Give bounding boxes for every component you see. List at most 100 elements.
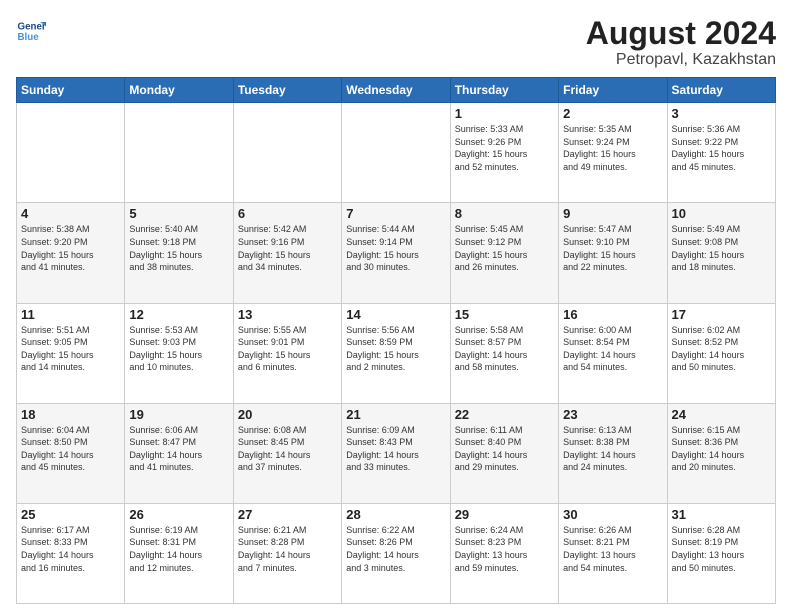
day-info: Sunrise: 6:28 AM Sunset: 8:19 PM Dayligh…: [672, 524, 771, 574]
day-info: Sunrise: 6:21 AM Sunset: 8:28 PM Dayligh…: [238, 524, 337, 574]
day-info: Sunrise: 6:02 AM Sunset: 8:52 PM Dayligh…: [672, 324, 771, 374]
calendar-week-row: 4 Sunrise: 5:38 AM Sunset: 9:20 PM Daylig…: [17, 203, 776, 303]
day-info: Sunrise: 6:26 AM Sunset: 8:21 PM Dayligh…: [563, 524, 662, 574]
table-row: 31 Sunrise: 6:28 AM Sunset: 8:19 PM Dayli…: [667, 503, 775, 603]
table-row: 20 Sunrise: 6:08 AM Sunset: 8:45 PM Dayli…: [233, 403, 341, 503]
col-friday: Friday: [559, 78, 667, 103]
table-row: 23 Sunrise: 6:13 AM Sunset: 8:38 PM Dayli…: [559, 403, 667, 503]
day-info: Sunrise: 6:22 AM Sunset: 8:26 PM Dayligh…: [346, 524, 445, 574]
table-row: 2 Sunrise: 5:35 AM Sunset: 9:24 PM Daylig…: [559, 103, 667, 203]
day-number: 10: [672, 206, 771, 221]
header: General Blue August 2024 Petropavl, Kaza…: [16, 16, 776, 69]
table-row: [17, 103, 125, 203]
day-info: Sunrise: 5:49 AM Sunset: 9:08 PM Dayligh…: [672, 223, 771, 273]
col-sunday: Sunday: [17, 78, 125, 103]
table-row: 9 Sunrise: 5:47 AM Sunset: 9:10 PM Daylig…: [559, 203, 667, 303]
day-info: Sunrise: 5:44 AM Sunset: 9:14 PM Dayligh…: [346, 223, 445, 273]
table-row: 22 Sunrise: 6:11 AM Sunset: 8:40 PM Dayli…: [450, 403, 558, 503]
table-row: 18 Sunrise: 6:04 AM Sunset: 8:50 PM Dayli…: [17, 403, 125, 503]
day-info: Sunrise: 5:47 AM Sunset: 9:10 PM Dayligh…: [563, 223, 662, 273]
day-number: 22: [455, 407, 554, 422]
day-number: 11: [21, 307, 120, 322]
day-number: 26: [129, 507, 228, 522]
day-info: Sunrise: 5:55 AM Sunset: 9:01 PM Dayligh…: [238, 324, 337, 374]
day-info: Sunrise: 6:11 AM Sunset: 8:40 PM Dayligh…: [455, 424, 554, 474]
day-number: 25: [21, 507, 120, 522]
calendar-header-row: Sunday Monday Tuesday Wednesday Thursday…: [17, 78, 776, 103]
table-row: 6 Sunrise: 5:42 AM Sunset: 9:16 PM Daylig…: [233, 203, 341, 303]
calendar-table: Sunday Monday Tuesday Wednesday Thursday…: [16, 77, 776, 604]
day-info: Sunrise: 5:38 AM Sunset: 9:20 PM Dayligh…: [21, 223, 120, 273]
day-number: 29: [455, 507, 554, 522]
col-wednesday: Wednesday: [342, 78, 450, 103]
day-number: 4: [21, 206, 120, 221]
table-row: 5Sunrise: 5:40 AM Sunset: 9:18 PM Daylig…: [125, 203, 233, 303]
table-row: 16Sunrise: 6:00 AM Sunset: 8:54 PM Dayli…: [559, 303, 667, 403]
day-info: Sunrise: 5:35 AM Sunset: 9:24 PM Dayligh…: [563, 123, 662, 173]
day-number: 1: [455, 106, 554, 121]
day-info: Sunrise: 6:17 AM Sunset: 8:33 PM Dayligh…: [21, 524, 120, 574]
day-number: 24: [672, 407, 771, 422]
day-number: 6: [238, 206, 337, 221]
table-row: 12 Sunrise: 5:53 AM Sunset: 9:03 PM Dayli…: [125, 303, 233, 403]
day-number: 2: [563, 106, 662, 121]
day-info: Sunrise: 5:53 AM Sunset: 9:03 PM Dayligh…: [129, 324, 228, 374]
day-number: 13: [238, 307, 337, 322]
table-row: 26 Sunrise: 6:19 AM Sunset: 8:31 PM Dayli…: [125, 503, 233, 603]
table-row: 13 Sunrise: 5:55 AM Sunset: 9:01 PM Dayli…: [233, 303, 341, 403]
table-row: 11 Sunrise: 5:51 AM Sunset: 9:05 PM Dayli…: [17, 303, 125, 403]
table-row: 4 Sunrise: 5:38 AM Sunset: 9:20 PM Daylig…: [17, 203, 125, 303]
page: General Blue August 2024 Petropavl, Kaza…: [0, 0, 792, 612]
table-row: [125, 103, 233, 203]
day-info: Sunrise: 6:13 AM Sunset: 8:38 PM Dayligh…: [563, 424, 662, 474]
page-title: August 2024: [586, 16, 776, 51]
day-info: Sunrise: 6:09 AM Sunset: 8:43 PM Dayligh…: [346, 424, 445, 474]
calendar-week-row: 18 Sunrise: 6:04 AM Sunset: 8:50 PM Dayli…: [17, 403, 776, 503]
table-row: [233, 103, 341, 203]
day-number: 18: [21, 407, 120, 422]
calendar-week-row: 25 Sunrise: 6:17 AM Sunset: 8:33 PM Dayli…: [17, 503, 776, 603]
day-info: Sunrise: 6:15 AM Sunset: 8:36 PM Dayligh…: [672, 424, 771, 474]
table-row: 19 Sunrise: 6:06 AM Sunset: 8:47 PM Dayli…: [125, 403, 233, 503]
logo-icon: General Blue: [16, 16, 46, 46]
table-row: 21 Sunrise: 6:09 AM Sunset: 8:43 PM Dayli…: [342, 403, 450, 503]
table-row: 15Sunrise: 5:58 AM Sunset: 8:57 PM Dayli…: [450, 303, 558, 403]
day-number: 3: [672, 106, 771, 121]
day-info: Sunrise: 6:08 AM Sunset: 8:45 PM Dayligh…: [238, 424, 337, 474]
table-row: 14 Sunrise: 5:56 AM Sunset: 8:59 PM Dayli…: [342, 303, 450, 403]
day-info: Sunrise: 6:19 AM Sunset: 8:31 PM Dayligh…: [129, 524, 228, 574]
day-info: Sunrise: 6:24 AM Sunset: 8:23 PM Dayligh…: [455, 524, 554, 574]
table-row: 1Sunrise: 5:33 AM Sunset: 9:26 PM Daylig…: [450, 103, 558, 203]
day-info: Sunrise: 6:06 AM Sunset: 8:47 PM Dayligh…: [129, 424, 228, 474]
table-row: 3 Sunrise: 5:36 AM Sunset: 9:22 PM Daylig…: [667, 103, 775, 203]
table-row: [342, 103, 450, 203]
day-number: 12: [129, 307, 228, 322]
day-number: 9: [563, 206, 662, 221]
page-subtitle: Petropavl, Kazakhstan: [586, 51, 776, 69]
day-number: 21: [346, 407, 445, 422]
title-area: August 2024 Petropavl, Kazakhstan: [586, 16, 776, 69]
table-row: 25 Sunrise: 6:17 AM Sunset: 8:33 PM Dayli…: [17, 503, 125, 603]
col-thursday: Thursday: [450, 78, 558, 103]
col-monday: Monday: [125, 78, 233, 103]
logo: General Blue: [16, 16, 46, 46]
day-number: 19: [129, 407, 228, 422]
table-row: 29 Sunrise: 6:24 AM Sunset: 8:23 PM Dayli…: [450, 503, 558, 603]
day-number: 17: [672, 307, 771, 322]
day-info: Sunrise: 5:51 AM Sunset: 9:05 PM Dayligh…: [21, 324, 120, 374]
day-number: 23: [563, 407, 662, 422]
calendar-week-row: 11 Sunrise: 5:51 AM Sunset: 9:05 PM Dayli…: [17, 303, 776, 403]
day-info: Sunrise: 5:56 AM Sunset: 8:59 PM Dayligh…: [346, 324, 445, 374]
day-info: Sunrise: 6:00 AM Sunset: 8:54 PM Dayligh…: [563, 324, 662, 374]
day-info: Sunrise: 6:04 AM Sunset: 8:50 PM Dayligh…: [21, 424, 120, 474]
table-row: 17 Sunrise: 6:02 AM Sunset: 8:52 PM Dayli…: [667, 303, 775, 403]
day-number: 14: [346, 307, 445, 322]
day-info: Sunrise: 5:42 AM Sunset: 9:16 PM Dayligh…: [238, 223, 337, 273]
day-number: 15: [455, 307, 554, 322]
day-number: 20: [238, 407, 337, 422]
day-info: Sunrise: 5:36 AM Sunset: 9:22 PM Dayligh…: [672, 123, 771, 173]
day-number: 31: [672, 507, 771, 522]
day-info: Sunrise: 5:40 AM Sunset: 9:18 PM Dayligh…: [129, 223, 228, 273]
col-tuesday: Tuesday: [233, 78, 341, 103]
svg-text:Blue: Blue: [18, 32, 40, 43]
